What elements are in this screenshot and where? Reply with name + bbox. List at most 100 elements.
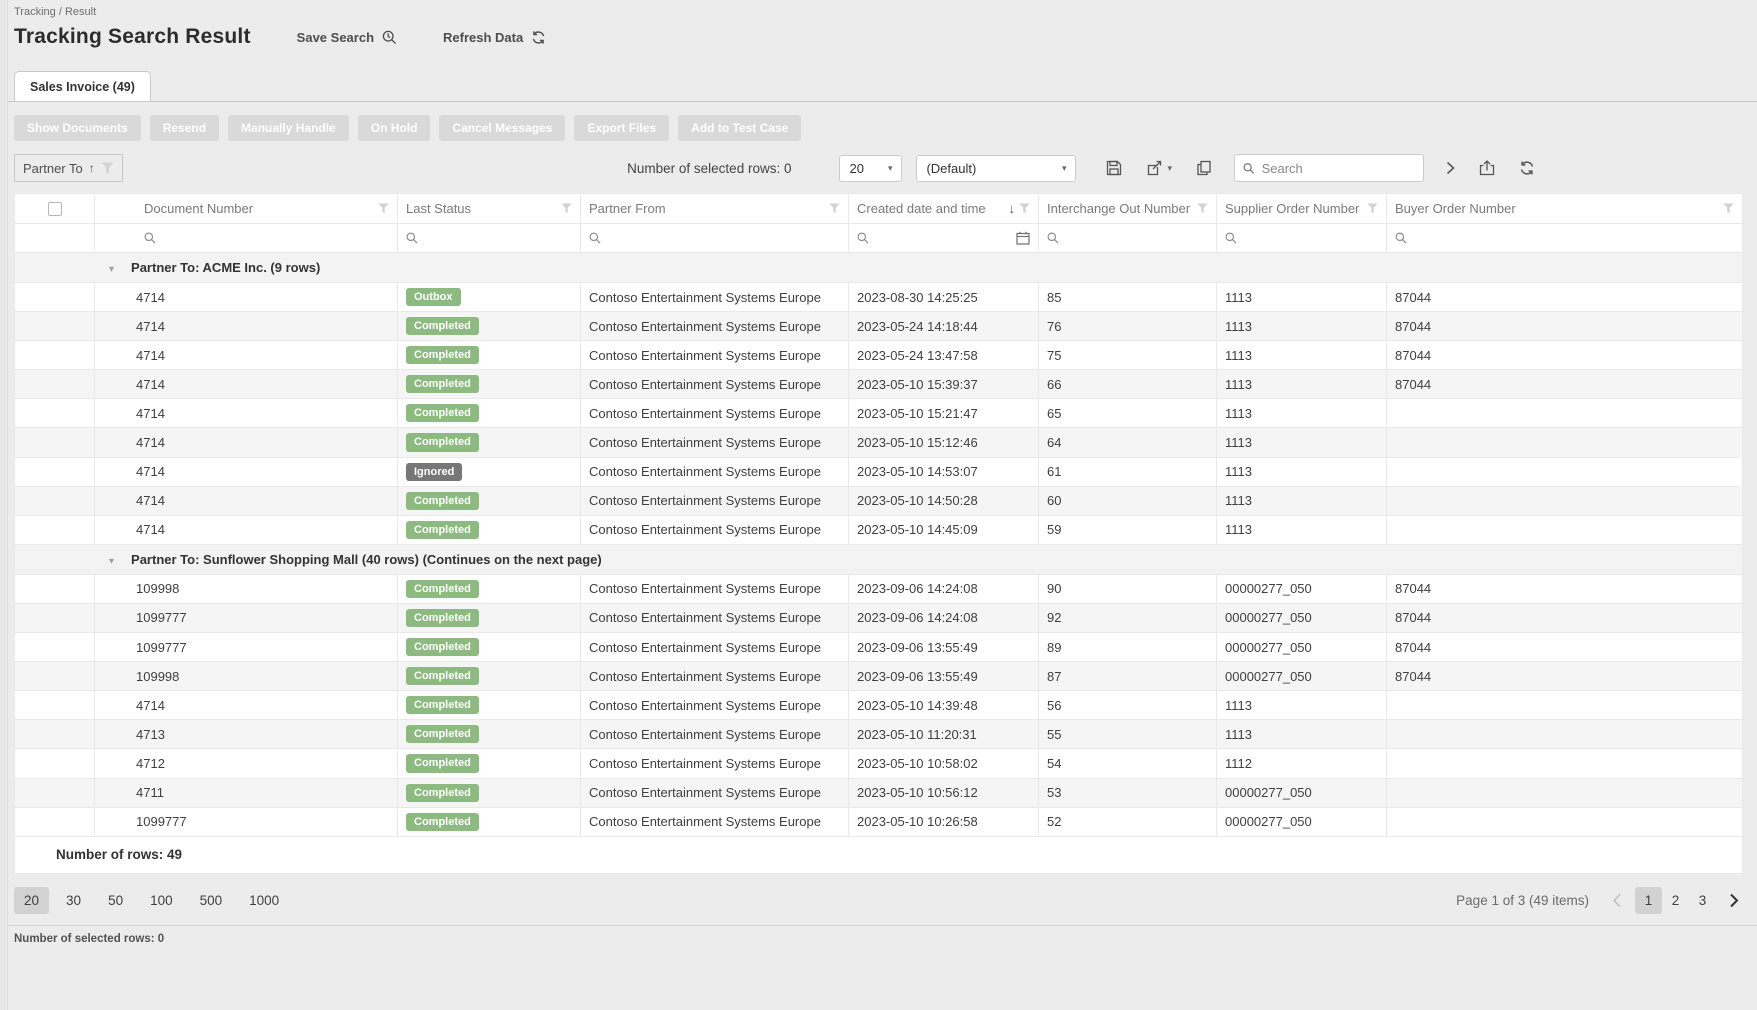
calendar-icon[interactable] [1016,231,1030,245]
column-header-buyer-order-number[interactable]: Buyer Order Number [1387,194,1743,224]
row-select-cell[interactable] [15,807,95,836]
table-row[interactable]: 4714IgnoredContoso Entertainment Systems… [15,457,1743,486]
expand-panel-button[interactable] [1446,161,1455,175]
cell-created-date-and-time: 2023-05-24 13:47:58 [849,341,1039,370]
column-header-interchange-out-number[interactable]: Interchange Out Number [1039,194,1217,224]
toolbar-button-show-documents[interactable]: Show Documents [14,115,141,141]
filter-icon[interactable] [829,203,840,214]
row-select-cell[interactable] [15,778,95,807]
table-row[interactable]: 4714OutboxContoso Entertainment Systems … [15,283,1743,312]
row-select-cell[interactable] [15,749,95,778]
select-all-checkbox[interactable] [48,202,62,216]
table-row[interactable]: 4711CompletedContoso Entertainment Syste… [15,778,1743,807]
cell-partner-from: Contoso Entertainment Systems Europe [581,486,849,515]
collapse-caret-icon[interactable]: ▾ [109,264,114,275]
table-row[interactable]: 4714CompletedContoso Entertainment Syste… [15,312,1743,341]
toolbar-button-export-files[interactable]: Export Files [574,115,669,141]
filter-icon[interactable] [1723,203,1734,214]
chevron-left-icon [1612,893,1622,908]
column-header-created-date-and-time[interactable]: Created date and time↓ [849,194,1039,224]
group-by-label: Partner To [23,161,83,176]
table-row[interactable]: 1099777CompletedContoso Entertainment Sy… [15,633,1743,662]
collapse-caret-icon[interactable]: ▾ [109,556,114,567]
row-select-cell[interactable] [15,603,95,632]
column-header-partner-from[interactable]: Partner From [581,194,849,224]
row-select-cell[interactable] [15,574,95,603]
filter-cell-last-status[interactable] [398,224,581,253]
page-size-option-500[interactable]: 500 [190,887,233,914]
row-select-cell[interactable] [15,428,95,457]
toolbar-button-cancel-messages[interactable]: Cancel Messages [439,115,565,141]
table-row[interactable]: 4714CompletedContoso Entertainment Syste… [15,370,1743,399]
pagination-next-button[interactable] [1725,891,1743,910]
table-row[interactable]: 4714CompletedContoso Entertainment Syste… [15,341,1743,370]
table-row[interactable]: 1099777CompletedContoso Entertainment Sy… [15,807,1743,836]
table-row[interactable]: 4714CompletedContoso Entertainment Syste… [15,486,1743,515]
row-select-cell[interactable] [15,486,95,515]
save-layout-button[interactable] [1106,160,1122,176]
export-button[interactable]: ▾ [1146,160,1172,176]
row-select-cell[interactable] [15,399,95,428]
refresh-grid-button[interactable] [1519,160,1535,176]
row-select-cell[interactable] [15,691,95,720]
toolbar-button-resend[interactable]: Resend [150,115,219,141]
layout-select[interactable]: (Default) ▾ [916,155,1076,182]
column-header-last-status[interactable]: Last Status [398,194,581,224]
row-select-cell[interactable] [15,341,95,370]
filter-icon[interactable] [1019,203,1030,214]
toolbar-button-on-hold[interactable]: On Hold [358,115,431,141]
page-size-option-100[interactable]: 100 [140,887,183,914]
filter-cell-partner-from[interactable] [581,224,849,253]
row-select-cell[interactable] [15,370,95,399]
breadcrumb[interactable]: Tracking / Result [14,0,1743,18]
page-size-option-20[interactable]: 20 [14,887,49,914]
save-search-button[interactable]: Save Search [297,30,397,45]
filter-icon[interactable] [561,203,572,214]
pagination-page-3[interactable]: 3 [1689,887,1716,914]
toolbar-button-add-to-test-case[interactable]: Add to Test Case [678,115,801,141]
row-select-cell[interactable] [15,457,95,486]
table-row[interactable]: 4714CompletedContoso Entertainment Syste… [15,515,1743,544]
table-row[interactable]: 4714CompletedContoso Entertainment Syste… [15,428,1743,457]
filter-row [15,224,1743,253]
search-input[interactable] [1262,161,1415,176]
column-header-document-number[interactable]: Document Number [95,194,398,224]
filter-cell-buyer-order-number[interactable] [1387,224,1743,253]
table-row[interactable]: 4712CompletedContoso Entertainment Syste… [15,749,1743,778]
filter-cell-document-number[interactable] [95,224,398,253]
table-row[interactable]: 4714CompletedContoso Entertainment Syste… [15,691,1743,720]
table-row[interactable]: 109998CompletedContoso Entertainment Sys… [15,662,1743,691]
row-select-cell[interactable] [15,720,95,749]
pagination-page-2[interactable]: 2 [1662,887,1689,914]
filter-cell-interchange-out-number[interactable] [1039,224,1217,253]
copy-button[interactable] [1196,160,1212,176]
table-row[interactable]: 109998CompletedContoso Entertainment Sys… [15,574,1743,603]
row-select-cell[interactable] [15,515,95,544]
row-select-cell[interactable] [15,633,95,662]
pagination-page-1[interactable]: 1 [1635,887,1662,914]
toolbar-button-manually-handle[interactable]: Manually Handle [228,115,349,141]
page-size-option-30[interactable]: 30 [56,887,91,914]
tab-sales-invoice[interactable]: Sales Invoice (49) [14,71,151,102]
group-by-chip[interactable]: Partner To ↑ [14,154,123,182]
page-size-select[interactable]: 20 ▾ [839,155,902,182]
filter-cell-supplier-order-number[interactable] [1217,224,1387,253]
filter-icon[interactable] [1367,203,1378,214]
open-in-window-button[interactable] [1479,160,1495,176]
table-row[interactable]: 1099777CompletedContoso Entertainment Sy… [15,603,1743,632]
column-header-supplier-order-number[interactable]: Supplier Order Number [1217,194,1387,224]
pagination-prev-button[interactable] [1608,891,1626,910]
filter-cell-created-date-and-time[interactable] [849,224,1039,253]
row-select-cell[interactable] [15,283,95,312]
page-size-option-1000[interactable]: 1000 [239,887,289,914]
select-all-header[interactable] [15,194,95,224]
page-size-option-50[interactable]: 50 [98,887,133,914]
row-select-cell[interactable] [15,662,95,691]
filter-icon[interactable] [1197,203,1208,214]
table-row[interactable]: 4713CompletedContoso Entertainment Syste… [15,720,1743,749]
table-row[interactable]: 4714CompletedContoso Entertainment Syste… [15,399,1743,428]
filter-icon[interactable] [378,203,389,214]
row-select-cell[interactable] [15,312,95,341]
refresh-data-button[interactable]: Refresh Data [443,30,546,45]
cell-partner-from: Contoso Entertainment Systems Europe [581,428,849,457]
